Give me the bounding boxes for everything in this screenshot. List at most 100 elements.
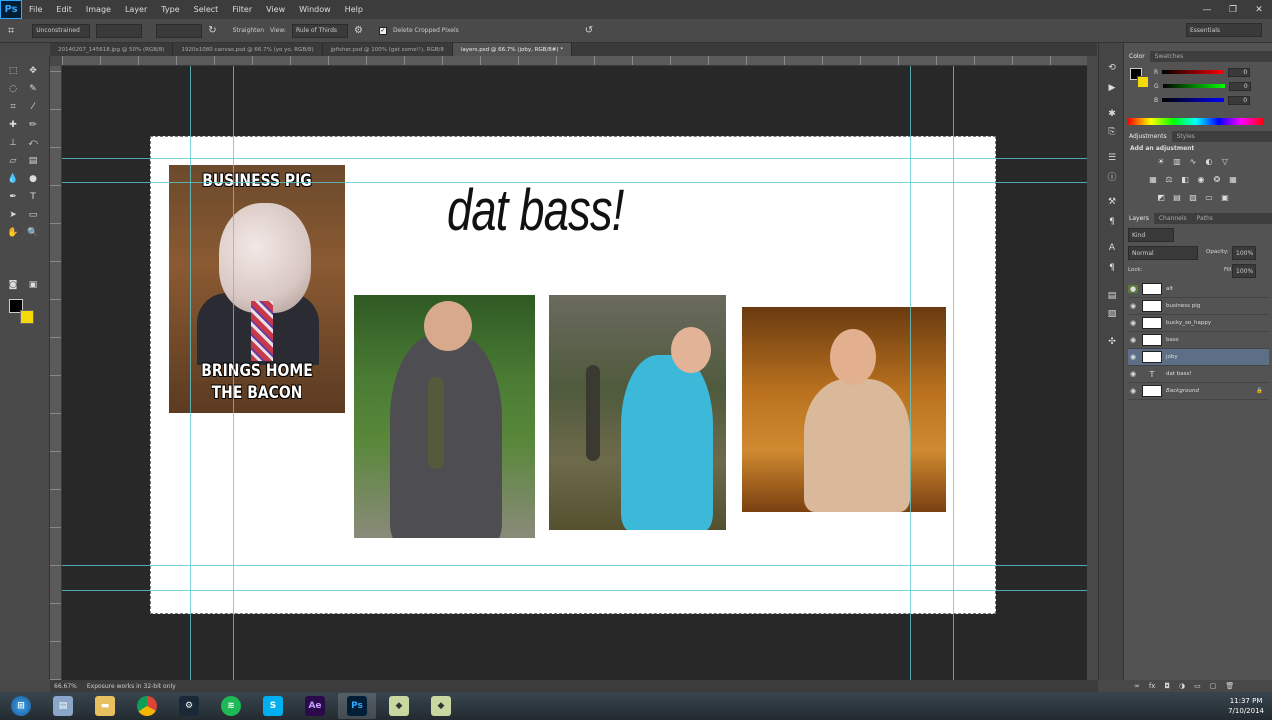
menu-window[interactable]: Window <box>292 5 338 14</box>
visibility-eye-icon[interactable]: ◉ <box>1128 353 1138 361</box>
red-slider[interactable]: R 0 <box>1154 67 1272 77</box>
tool-presets-icon[interactable]: ⚒ <box>1104 195 1120 209</box>
maximize-button[interactable]: ❐ <box>1220 0 1246 19</box>
taskbar-app[interactable]: ⚙ <box>170 693 208 719</box>
opacity-field[interactable]: 100% <box>1232 246 1256 260</box>
status-info[interactable]: Exposure works in 32-bit only <box>87 683 176 690</box>
mask-icon[interactable]: ◘ <box>1164 682 1170 690</box>
menu-type[interactable]: Type <box>154 5 186 14</box>
visibility-eye-icon[interactable]: ◉ <box>1128 302 1138 310</box>
lookup-icon[interactable]: ▦ <box>1228 175 1238 184</box>
gradient-map-icon[interactable]: ▭ <box>1204 193 1214 202</box>
threshold-icon[interactable]: ▨ <box>1188 193 1198 202</box>
photo-filter-icon[interactable]: ◉ <box>1196 175 1206 184</box>
taskbar-app[interactable]: ◆ <box>380 693 418 719</box>
joby-photo[interactable] <box>742 307 946 512</box>
guide-line[interactable] <box>62 590 1087 591</box>
layer-row[interactable]: ◉ T dat bass! <box>1128 366 1269 383</box>
curves-icon[interactable]: ∿ <box>1188 157 1198 166</box>
clone-source-icon[interactable]: ⎘ <box>1104 125 1120 139</box>
tab-channels[interactable]: Channels <box>1154 213 1192 224</box>
gradient-tool-icon[interactable]: ▤ <box>26 154 40 168</box>
pen-tool-icon[interactable]: ✒ <box>6 190 20 204</box>
menu-select[interactable]: Select <box>187 5 226 14</box>
delete-cropped-checkbox[interactable]: ✓ <box>378 26 387 35</box>
taskbar-app[interactable]: Ae <box>296 693 334 719</box>
taskbar-app-active[interactable]: Ps <box>338 693 376 719</box>
doc-tab-active[interactable]: layers.psd @ 66.7% (joby, RGB/8#) * <box>452 43 573 56</box>
path-select-icon[interactable]: ➤ <box>6 208 20 222</box>
taskbar-app[interactable]: ≋ <box>212 693 250 719</box>
canvas-area[interactable]: dat bass! BUSINESS PIG BRINGS HOME THE B… <box>62 66 1087 680</box>
menu-image[interactable]: Image <box>79 5 118 14</box>
green-slider[interactable]: G 0 <box>1154 81 1272 91</box>
ratio-select[interactable]: Unconstrained <box>32 23 91 38</box>
guide-line[interactable] <box>62 565 1087 566</box>
hue-icon[interactable]: ▦ <box>1148 175 1158 184</box>
brightness-icon[interactable]: ☀ <box>1156 157 1166 166</box>
invert-icon[interactable]: ◩ <box>1156 193 1166 202</box>
minimize-button[interactable]: — <box>1194 0 1220 19</box>
layer-row[interactable]: ● alt <box>1128 281 1269 298</box>
taskbar-app[interactable]: S <box>254 693 292 719</box>
business-pig-image[interactable]: BUSINESS PIG BRINGS HOME THE BACON <box>169 165 345 413</box>
blue-slider[interactable]: B 0 <box>1154 95 1272 105</box>
hand-tool-icon[interactable]: ✋ <box>6 226 20 240</box>
visibility-eye-icon[interactable]: ◉ <box>1128 336 1138 344</box>
document-canvas[interactable]: dat bass! BUSINESS PIG BRINGS HOME THE B… <box>150 136 996 614</box>
fill-field[interactable]: 100% <box>1232 264 1256 278</box>
menu-help[interactable]: Help <box>338 5 370 14</box>
guide-line[interactable] <box>62 158 1087 159</box>
healing-tool-icon[interactable]: ✚ <box>6 118 20 132</box>
start-button[interactable]: ⊞ <box>2 693 40 719</box>
stamp-tool-icon[interactable]: ⊥ <box>6 136 20 150</box>
view-select[interactable]: Rule of Thirds <box>291 23 348 38</box>
bass-photo-2[interactable] <box>549 295 726 530</box>
shape-tool-icon[interactable]: ▭ <box>26 208 40 222</box>
quick-select-tool-icon[interactable]: ✎ <box>26 82 40 96</box>
dodge-tool-icon[interactable]: ● <box>26 172 40 186</box>
menu-layer[interactable]: Layer <box>118 5 154 14</box>
screen-mode-icon[interactable]: ▣ <box>26 278 40 292</box>
eraser-tool-icon[interactable]: ▱ <box>6 154 20 168</box>
menu-filter[interactable]: Filter <box>225 5 259 14</box>
notes-icon[interactable]: ▧ <box>1104 307 1120 321</box>
tab-swatches[interactable]: Swatches <box>1150 51 1189 62</box>
lasso-tool-icon[interactable]: ◌ <box>6 82 20 96</box>
fx-icon[interactable]: fx <box>1149 682 1156 690</box>
tab-layers[interactable]: Layers <box>1124 213 1154 224</box>
brush-tool-icon[interactable]: ✏ <box>26 118 40 132</box>
straighten-button[interactable]: Straighten <box>233 27 264 34</box>
exposure-icon[interactable]: ◐ <box>1204 157 1214 166</box>
channel-mixer-icon[interactable]: ❂ <box>1212 175 1222 184</box>
quick-mask-icon[interactable]: ◙ <box>6 278 20 292</box>
crop-tool-icon[interactable]: ⌗ <box>8 24 14 38</box>
visibility-eye-icon[interactable]: ◉ <box>1128 370 1138 378</box>
canvas-title-text[interactable]: dat bass! <box>447 177 624 244</box>
layer-row[interactable]: ◉ bass <box>1128 332 1269 349</box>
history-brush-icon[interactable]: ⤺ <box>26 136 40 150</box>
zoom-level[interactable]: 66.67% <box>54 683 77 690</box>
group-icon[interactable]: ▭ <box>1194 682 1201 690</box>
doc-tab[interactable]: 20140207_145618.jpg @ 50% (RGB/8) <box>50 43 174 56</box>
tab-adjustments[interactable]: Adjustments <box>1124 131 1172 142</box>
layer-row[interactable]: ◉ Background 🔒 <box>1128 383 1269 400</box>
type-tool-icon[interactable]: T <box>26 190 40 204</box>
green-value[interactable]: 0 <box>1228 81 1251 91</box>
taskbar-app[interactable]: ▬ <box>86 693 124 719</box>
workspace-select[interactable]: Essentials <box>1186 23 1262 37</box>
adjustment-layer-icon[interactable]: ◑ <box>1179 682 1185 690</box>
width-field[interactable] <box>96 23 143 38</box>
tab-paths[interactable]: Paths <box>1192 213 1218 224</box>
vibrance-icon[interactable]: ▽ <box>1220 157 1230 166</box>
color-spectrum[interactable] <box>1128 118 1264 125</box>
height-field[interactable] <box>156 23 203 38</box>
visibility-eye-icon[interactable]: ◉ <box>1128 387 1138 395</box>
visibility-eye-icon[interactable]: ◉ <box>1128 319 1138 327</box>
guide-line[interactable] <box>62 182 1087 183</box>
new-layer-icon[interactable]: ▢ <box>1210 682 1217 690</box>
zoom-tool-icon[interactable]: 🔍 <box>26 226 40 240</box>
visibility-eye-icon[interactable]: ● <box>1128 285 1138 293</box>
red-value[interactable]: 0 <box>1228 67 1251 77</box>
settings-gear-icon[interactable]: ⚙ <box>354 25 363 36</box>
